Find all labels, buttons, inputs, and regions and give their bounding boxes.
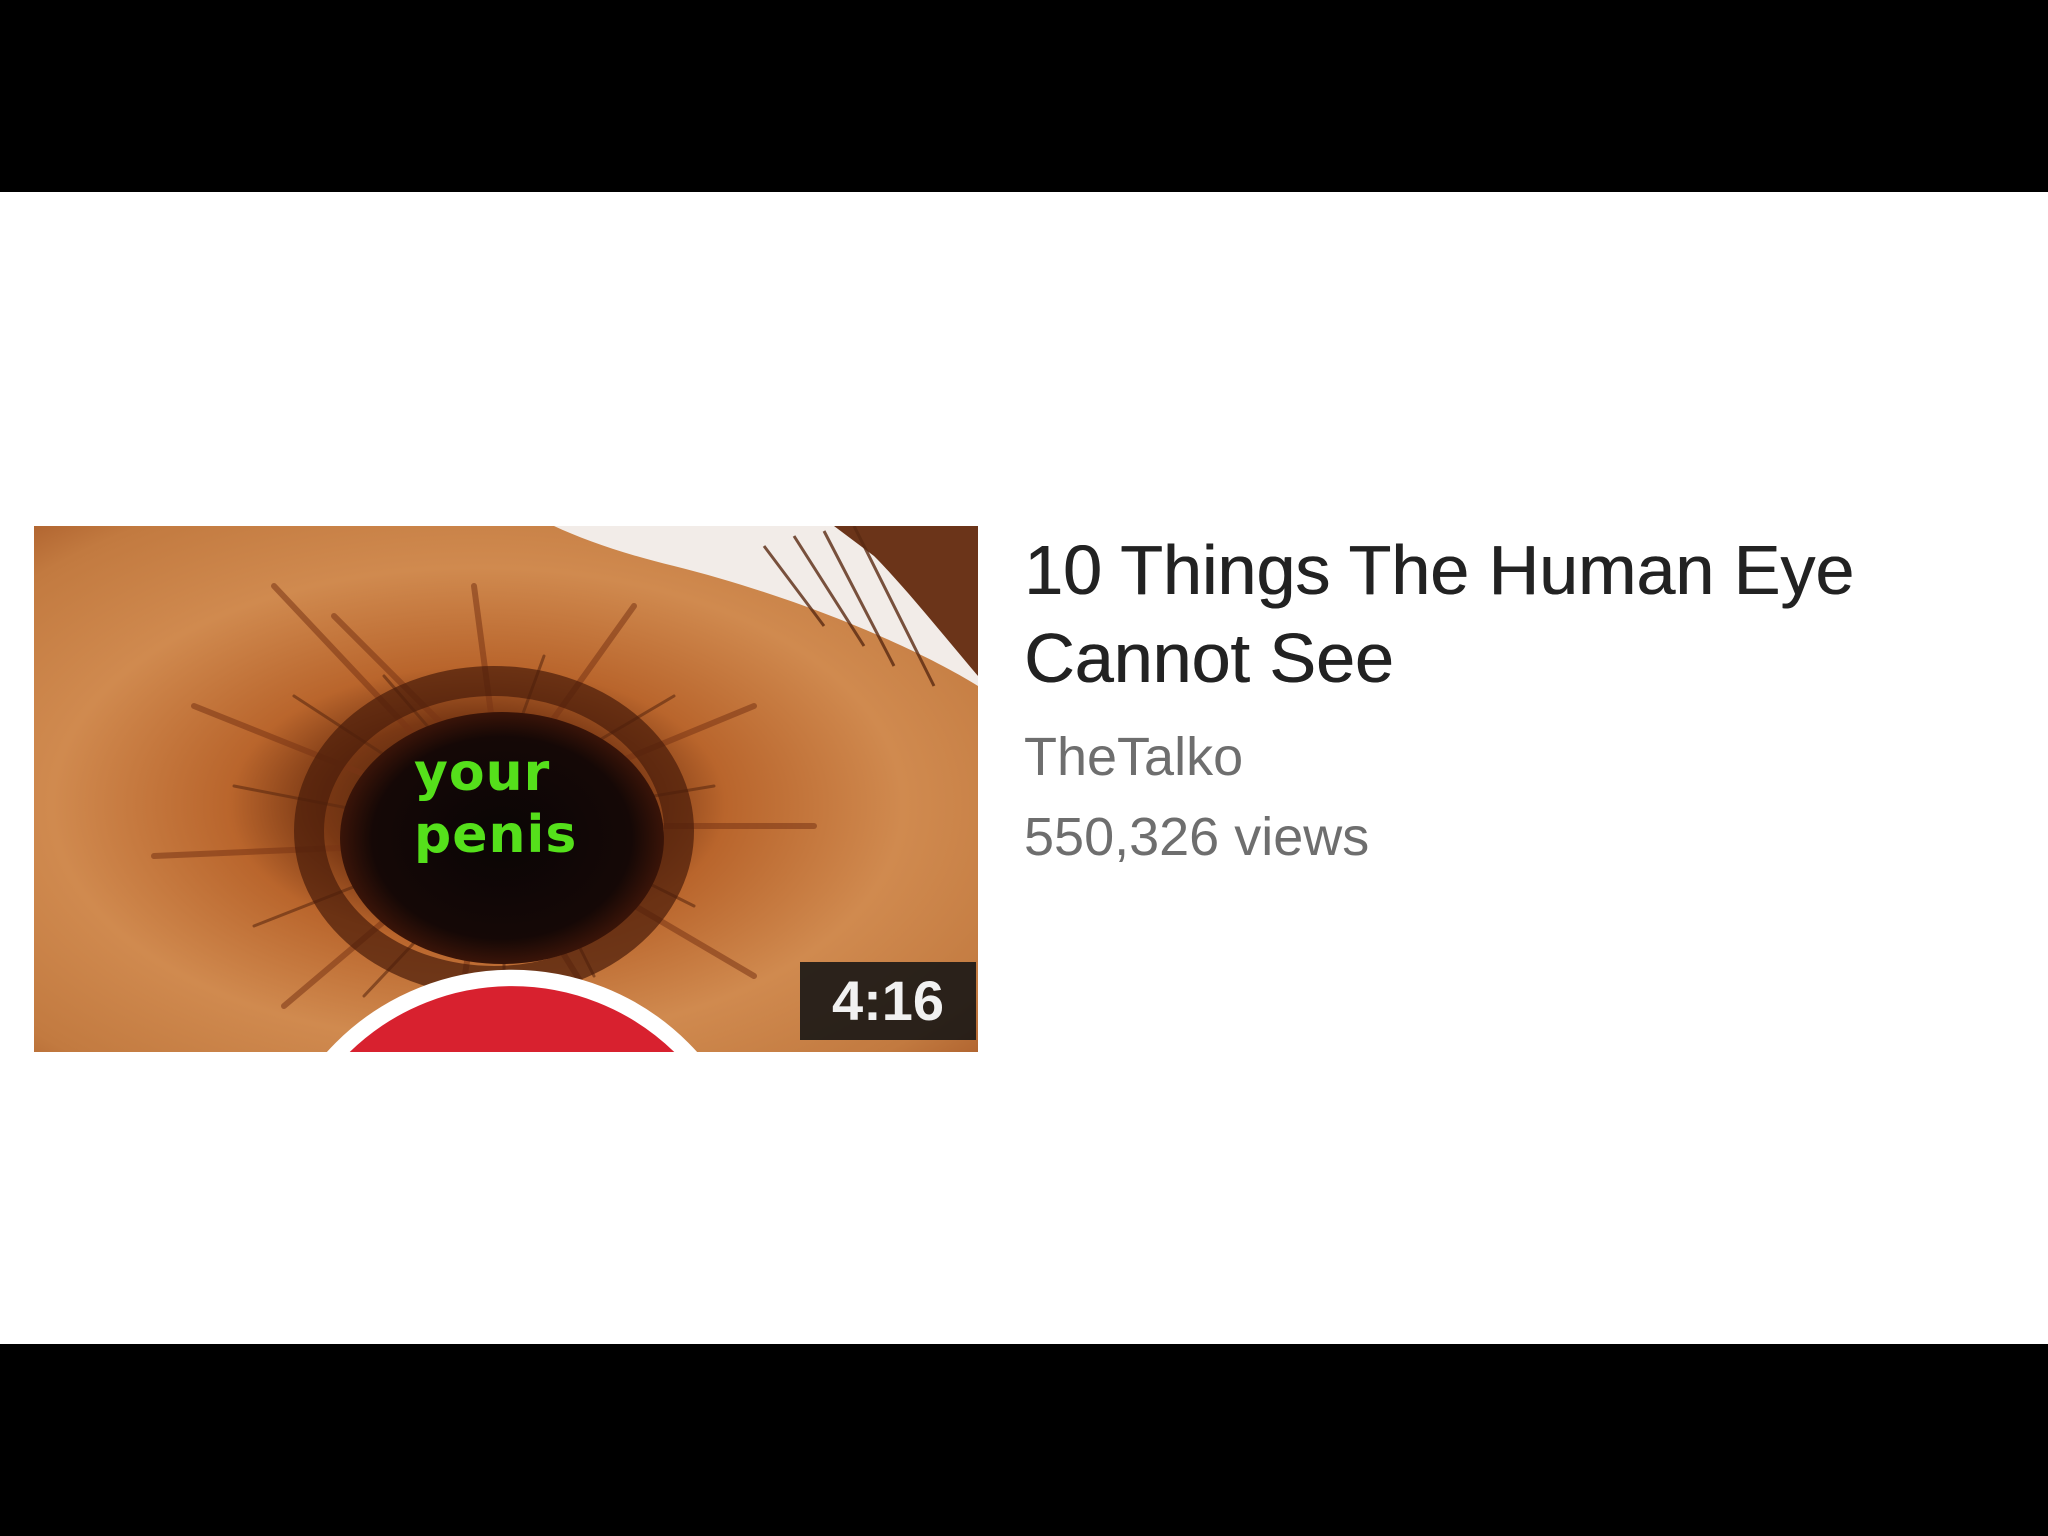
- overlay-line-2: penis: [414, 805, 578, 865]
- video-details: 10 Things The Human Eye Cannot See TheTa…: [1024, 526, 2014, 870]
- channel-name[interactable]: TheTalko: [1024, 724, 2014, 790]
- overlay-line-1: your: [414, 743, 551, 803]
- letterbox-bottom: [0, 1344, 2048, 1536]
- letterbox-top: [0, 0, 2048, 192]
- duration-badge: 4:16: [800, 962, 976, 1040]
- logo-letter: T: [386, 1033, 639, 1053]
- video-thumbnail[interactable]: your penis T 4:16: [34, 526, 978, 1052]
- video-title[interactable]: 10 Things The Human Eye Cannot See: [1024, 526, 2014, 702]
- video-list: your penis T 4:16 10 Things The Human Ey…: [0, 192, 2048, 1344]
- thumbnail-overlay-text: your penis: [414, 742, 614, 866]
- video-result-card[interactable]: your penis T 4:16 10 Things The Human Ey…: [34, 526, 2014, 1052]
- view-count: 550,326 views: [1024, 807, 1370, 867]
